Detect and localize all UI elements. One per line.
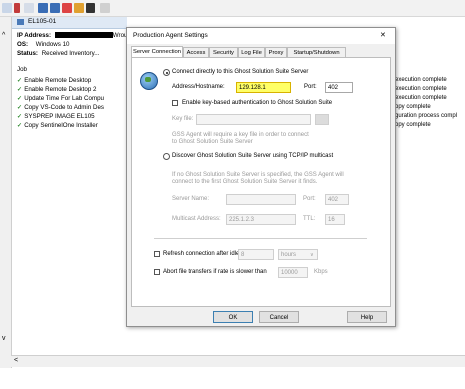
job-status: execution complete xyxy=(395,86,447,92)
keyfile-label: Key file: xyxy=(172,116,194,122)
ttl-input[interactable]: 16 xyxy=(325,214,345,225)
discover-label: Discover Ghost Solution Suite Server usi… xyxy=(172,153,334,159)
toolbar-icon-2[interactable] xyxy=(14,3,20,13)
toolbar-icon-7[interactable] xyxy=(74,3,84,13)
port-input[interactable]: 402 xyxy=(325,82,353,93)
os-label: OS: xyxy=(17,41,29,48)
keyfile-note-line2: to Ghost Solution Suite Server xyxy=(172,139,253,145)
scroll-down-icon[interactable]: v xyxy=(2,335,6,342)
check-icon: ✓ xyxy=(17,95,23,102)
port2-label: Port: xyxy=(303,196,316,202)
scroll-left-icon[interactable]: < xyxy=(14,357,18,364)
keyfile-note-line1: GSS Agent will require a key file in ord… xyxy=(172,132,309,138)
toolbar-icon-3[interactable] xyxy=(24,3,34,13)
redacted-ip xyxy=(54,32,113,39)
refresh-checkbox[interactable] xyxy=(154,251,160,257)
check-icon: ✓ xyxy=(17,77,23,84)
status-row: Status: Received Inventory... xyxy=(17,50,99,57)
discover-note-line1: If no Ghost Solution Suite Server is spe… xyxy=(172,172,344,178)
refresh-input[interactable]: 8 xyxy=(238,249,274,260)
job-item[interactable]: ✓ Copy VS-Code to Admin Des xyxy=(17,104,104,111)
dialog-title-bar[interactable]: Production Agent Settings ✕ xyxy=(127,28,395,44)
computer-icon xyxy=(17,19,24,25)
toolbar xyxy=(0,0,465,17)
check-icon: ✓ xyxy=(17,113,23,120)
panel-title-bar: EL105-01 xyxy=(12,17,127,29)
vertical-scrollbar[interactable]: ^ v xyxy=(0,17,12,368)
abort-rate-input[interactable]: 10000 xyxy=(278,267,308,278)
multicast-input[interactable]: 225.1.2.3 xyxy=(226,214,296,225)
abort-label: Abort file transfers if rate is slower t… xyxy=(163,269,267,275)
refresh-unit-value: hours xyxy=(281,252,297,258)
discover-note-line2: connect to the first Ghost Solution Suit… xyxy=(172,179,318,185)
production-agent-settings-dialog: Production Agent Settings ✕ Server Conne… xyxy=(126,27,396,327)
divider xyxy=(154,238,367,239)
refresh-label: Refresh connection after idle xyxy=(163,251,240,257)
port2-input[interactable]: 402 xyxy=(325,194,349,205)
toolbar-icon-1[interactable] xyxy=(2,3,12,13)
job-status: opy complete xyxy=(395,104,431,110)
ok-button[interactable]: OK xyxy=(213,311,253,323)
job-item[interactable]: ✓ Enable Remote Desktop 2 xyxy=(17,86,96,93)
job-status: execution complete xyxy=(395,95,447,101)
ip-label: IP Address: xyxy=(17,32,52,39)
ttl-label: TTL: xyxy=(303,216,316,222)
job-status: opy complete xyxy=(395,122,431,128)
keyauth-label: Enable key-based authentication to Ghost… xyxy=(182,100,333,106)
toolbar-icon-8[interactable] xyxy=(86,3,95,13)
job-item[interactable]: ✓ Update Time For Lab Compu xyxy=(17,95,104,102)
job-name: Enable Remote Desktop 2 xyxy=(24,86,97,93)
job-name: Enable Remote Desktop xyxy=(24,77,92,84)
horizontal-scrollbar[interactable]: < xyxy=(11,355,465,367)
abort-checkbox[interactable] xyxy=(154,269,160,275)
toolbar-icon-6[interactable] xyxy=(62,3,72,13)
address-label: Address/Hostname: xyxy=(172,84,225,90)
abort-unit: Kbps xyxy=(314,269,328,275)
multicast-label: Multicast Address: xyxy=(172,216,221,222)
job-name: Copy SentinelOne Installer xyxy=(24,122,98,129)
keyfile-browse-button[interactable] xyxy=(315,114,329,125)
toolbar-icon-4[interactable] xyxy=(38,3,48,13)
scroll-up-icon[interactable]: ^ xyxy=(2,32,5,39)
connect-direct-radio[interactable] xyxy=(163,69,170,76)
job-name: Copy VS-Code to Admin Des xyxy=(24,104,104,111)
job-item[interactable]: ✓ Copy SentinelOne Installer xyxy=(17,122,98,129)
dialog-title: Production Agent Settings xyxy=(133,32,208,39)
tab-content: Connect directly to this Ghost Solution … xyxy=(131,57,391,307)
job-item[interactable]: ✓ Enable Remote Desktop xyxy=(17,77,91,84)
ip-address-row: IP Address: Wrou xyxy=(17,32,127,39)
close-icon[interactable]: ✕ xyxy=(380,31,386,39)
os-value: Windows 10 xyxy=(35,41,70,48)
check-icon: ✓ xyxy=(17,86,23,93)
check-icon: ✓ xyxy=(17,104,23,111)
cancel-button[interactable]: Cancel xyxy=(259,311,299,323)
keyauth-checkbox[interactable] xyxy=(172,100,178,106)
toolbar-icon-9[interactable] xyxy=(100,3,110,13)
job-header: Job xyxy=(17,66,27,73)
keyfile-input[interactable] xyxy=(196,114,311,125)
server-name-input[interactable] xyxy=(226,194,296,205)
discover-radio[interactable] xyxy=(163,153,170,160)
job-status: guration process compl xyxy=(395,113,458,119)
check-icon: ✓ xyxy=(17,122,23,129)
status-value: Received Inventory... xyxy=(41,50,100,57)
job-item[interactable]: ✓ SYSPREP IMAGE EL105 xyxy=(17,113,95,120)
port-label: Port: xyxy=(304,84,317,90)
status-label: Status: xyxy=(17,50,38,57)
refresh-unit-select[interactable]: hours ∨ xyxy=(278,249,318,260)
job-name: SYSPREP IMAGE EL105 xyxy=(24,113,95,120)
help-button[interactable]: Help xyxy=(347,311,387,323)
job-name: Update Time For Lab Compu xyxy=(24,95,104,102)
connect-direct-label: Connect directly to this Ghost Solution … xyxy=(172,69,309,75)
job-status: execution complete xyxy=(395,77,447,83)
toolbar-icon-5[interactable] xyxy=(50,3,60,13)
address-input[interactable]: 129.128.1 xyxy=(236,82,291,93)
server-name-label: Server Name: xyxy=(172,196,210,202)
os-row: OS: Windows 10 xyxy=(17,41,69,48)
globe-icon xyxy=(140,72,158,90)
panel-title: EL105-01 xyxy=(28,18,57,25)
chevron-down-icon: ∨ xyxy=(310,252,314,258)
